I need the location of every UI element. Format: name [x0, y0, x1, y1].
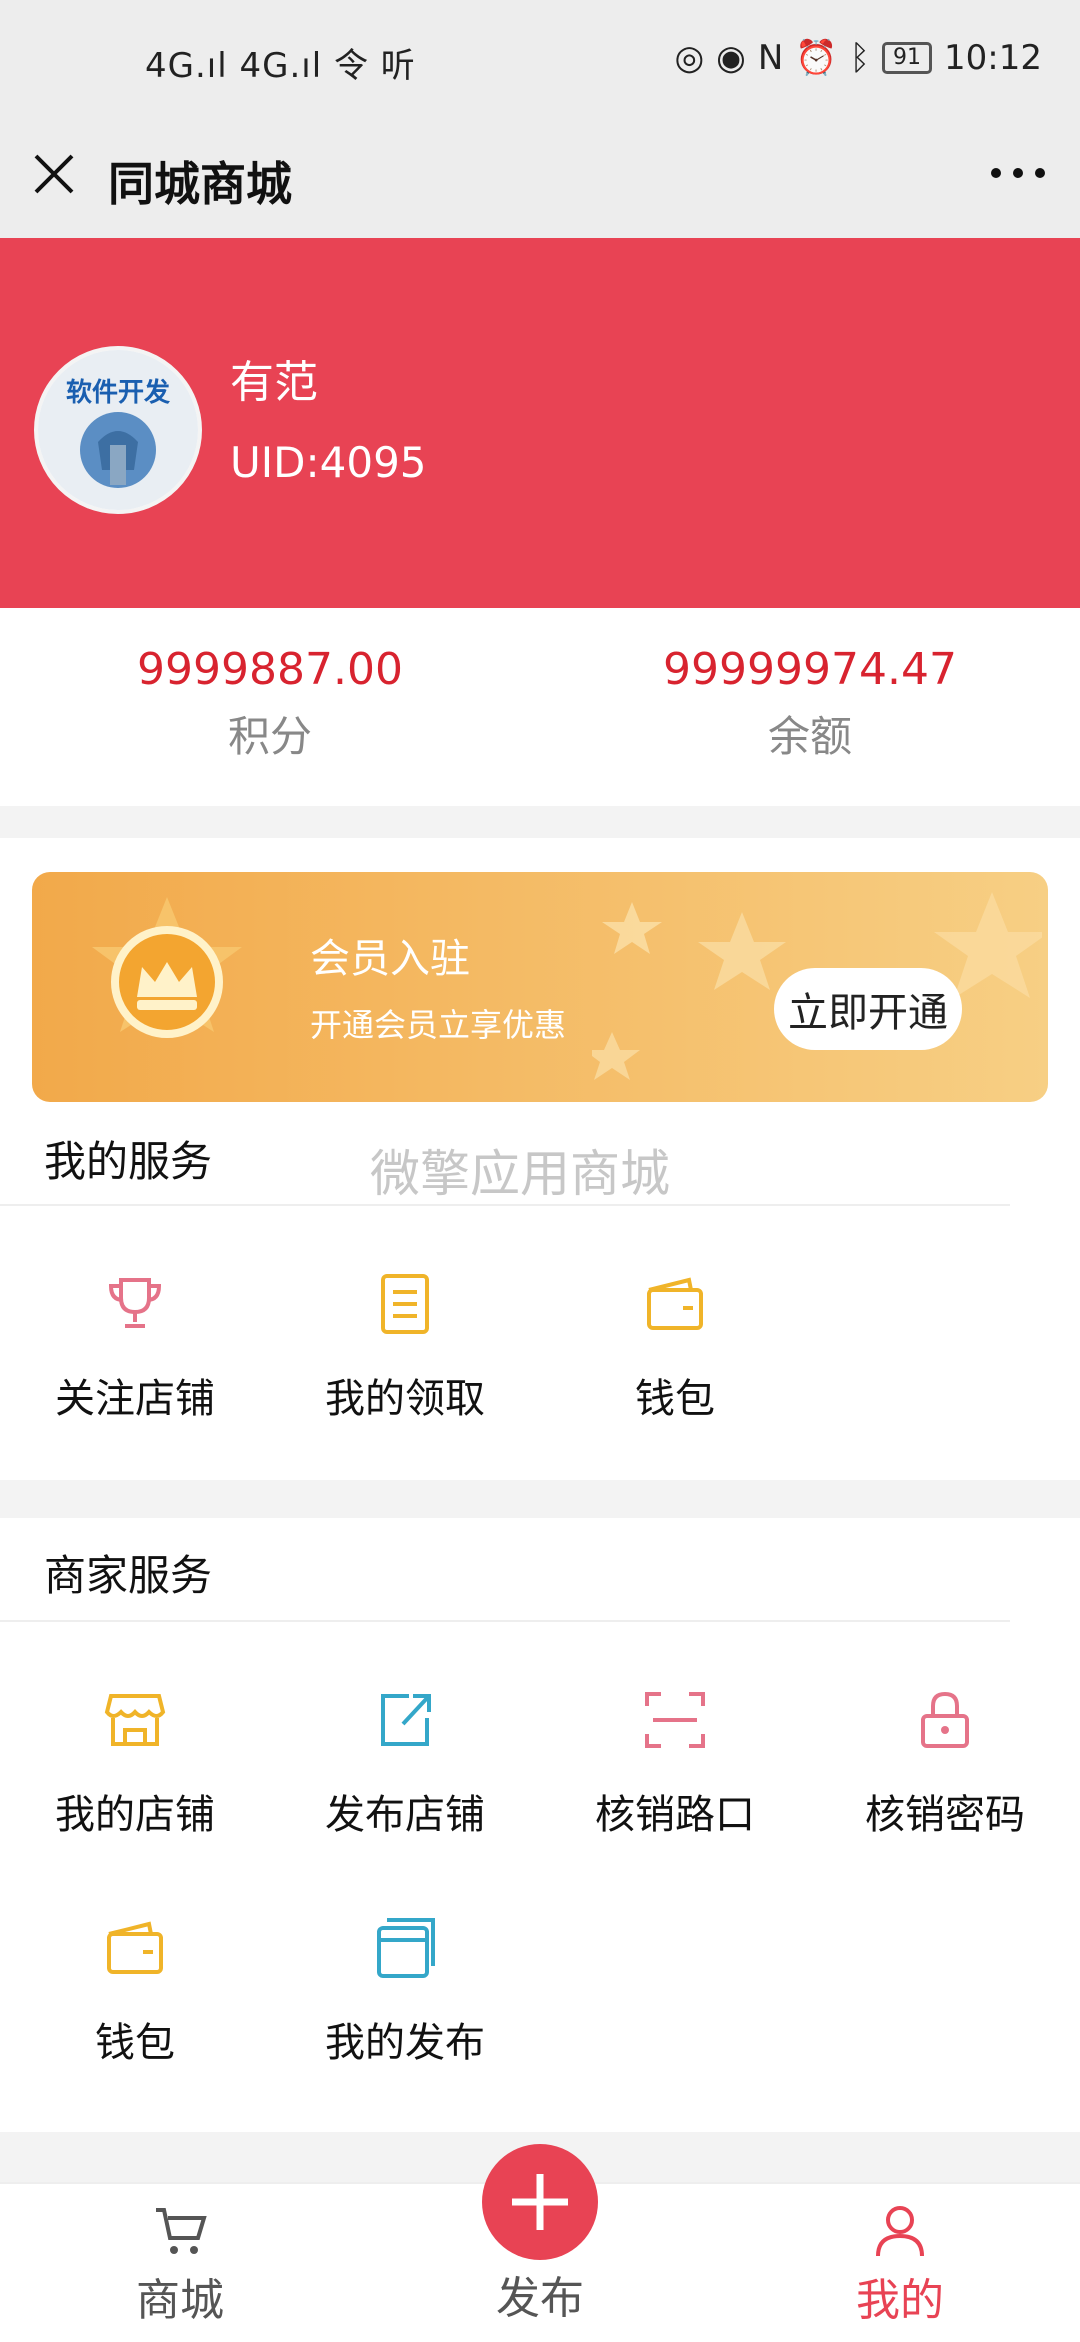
grid-label: 我的发布 — [325, 2020, 485, 2066]
page-title: 同城商城 — [108, 157, 292, 211]
nfc-icon: N — [757, 38, 784, 78]
balance-stat[interactable]: 99999974.47 余额 — [540, 644, 1080, 764]
avatar-label: 软件开发 — [65, 378, 170, 408]
title-bar: 同城商城 — [0, 128, 1080, 238]
publish-button[interactable] — [482, 2144, 598, 2260]
crown-medal-icon — [92, 897, 242, 1038]
battery-icon: 91 — [882, 42, 933, 74]
bluetooth-icon: ᛒ — [849, 38, 871, 78]
publish-label: 发布 — [496, 2273, 584, 2324]
merchant-services-section: 商家服务 我的店铺 发布店铺 核销路口 核销密码 钱包 我的发布 — [0, 1518, 1080, 2132]
grid-item-follow-shop[interactable]: 关注店铺 — [0, 1268, 270, 1424]
grid-item-my-shop[interactable]: 我的店铺 — [0, 1684, 270, 1840]
user-name: 有范 — [230, 357, 318, 408]
wallet-icon — [647, 1277, 703, 1330]
grid-item-my-posts[interactable]: 我的发布 — [270, 1912, 540, 2068]
lock-icon — [921, 1691, 969, 1748]
eye-icon: ◉ — [716, 38, 746, 78]
status-time: 10:12 — [944, 38, 1042, 78]
balance-value: 99999974.47 — [663, 644, 957, 695]
points-value: 9999887.00 — [137, 644, 403, 695]
grid-label: 我的领取 — [325, 1376, 485, 1422]
grid-item-my-claims[interactable]: 我的领取 — [270, 1268, 540, 1424]
divider — [0, 1620, 1010, 1622]
user-uid: UID:4095 — [230, 438, 427, 487]
more-dots-icon — [991, 168, 1045, 178]
grid-item-wallet-2[interactable]: 钱包 — [0, 1912, 270, 2068]
activate-membership-button[interactable]: 立即开通 — [774, 968, 962, 1050]
grid-label: 关注店铺 — [55, 1376, 215, 1422]
grid-label: 钱包 — [635, 1376, 715, 1422]
trophy-icon — [108, 1278, 162, 1328]
grid-item-publish-shop[interactable]: 发布店铺 — [270, 1684, 540, 1840]
nav-item-mall[interactable]: 商城 — [80, 2200, 280, 2328]
plus-icon — [512, 2174, 568, 2230]
document-icon — [381, 1274, 429, 1334]
user-icon — [876, 2206, 924, 2257]
close-icon — [34, 154, 74, 194]
alarm-icon: ⏰ — [795, 38, 838, 78]
watermark: 微擎应用商城 — [370, 1145, 670, 1203]
status-right: ◎ ◉ N ⏰ ᛒ 91 10:12 — [674, 38, 1042, 78]
window-icon — [377, 1918, 435, 1978]
stats-row: 9999887.00 积分 99999974.47 余额 — [0, 608, 1080, 806]
grid-label: 核销密码 — [865, 1792, 1025, 1838]
cart-icon — [156, 2208, 207, 2254]
grid-label: 发布店铺 — [325, 1792, 485, 1838]
grid-label: 核销路口 — [595, 1792, 755, 1838]
nav-item-mine[interactable]: 我的 — [800, 2200, 1000, 2328]
wallet-icon — [107, 1921, 163, 1974]
nav-label: 商城 — [136, 2275, 224, 2326]
signal-wifi-indicators: 4G.ıl 4G.ıl 令 听 — [145, 46, 416, 86]
grid-item-verify-password[interactable]: 核销密码 — [810, 1684, 1080, 1840]
merchant-services-title: 商家服务 — [44, 1551, 213, 1600]
close-button[interactable] — [28, 148, 80, 200]
nav-label: 我的 — [856, 2275, 944, 2326]
points-label: 积分 — [227, 712, 312, 761]
banner-title: 会员入驻 — [310, 936, 470, 982]
membership-banner[interactable]: 会员入驻 开通会员立享优惠 立即开通 — [32, 872, 1048, 1102]
grid-label: 钱包 — [95, 2020, 175, 2066]
headphone-icon: ◎ — [674, 38, 705, 78]
banner-subtitle: 开通会员立享优惠 — [310, 1006, 567, 1044]
more-button[interactable] — [988, 158, 1048, 188]
status-bar: 4G.ıl 4G.ıl 令 听 ◎ ◉ N ⏰ ᛒ 91 10:12 — [0, 0, 1080, 128]
avatar[interactable]: 软件开发 — [34, 346, 202, 514]
grid-item-wallet[interactable]: 钱包 — [540, 1268, 810, 1424]
share-icon — [381, 1694, 431, 1746]
scan-icon — [645, 1692, 705, 1748]
points-stat[interactable]: 9999887.00 积分 — [0, 644, 540, 764]
balance-label: 余额 — [767, 712, 852, 761]
grid-item-verify-entry[interactable]: 核销路口 — [540, 1684, 810, 1840]
grid-label: 我的店铺 — [55, 1792, 215, 1838]
store-icon — [104, 1694, 166, 1746]
my-services-title: 我的服务 — [44, 1137, 213, 1186]
profile-header: 软件开发 有范 UID:4095 — [0, 238, 1080, 608]
